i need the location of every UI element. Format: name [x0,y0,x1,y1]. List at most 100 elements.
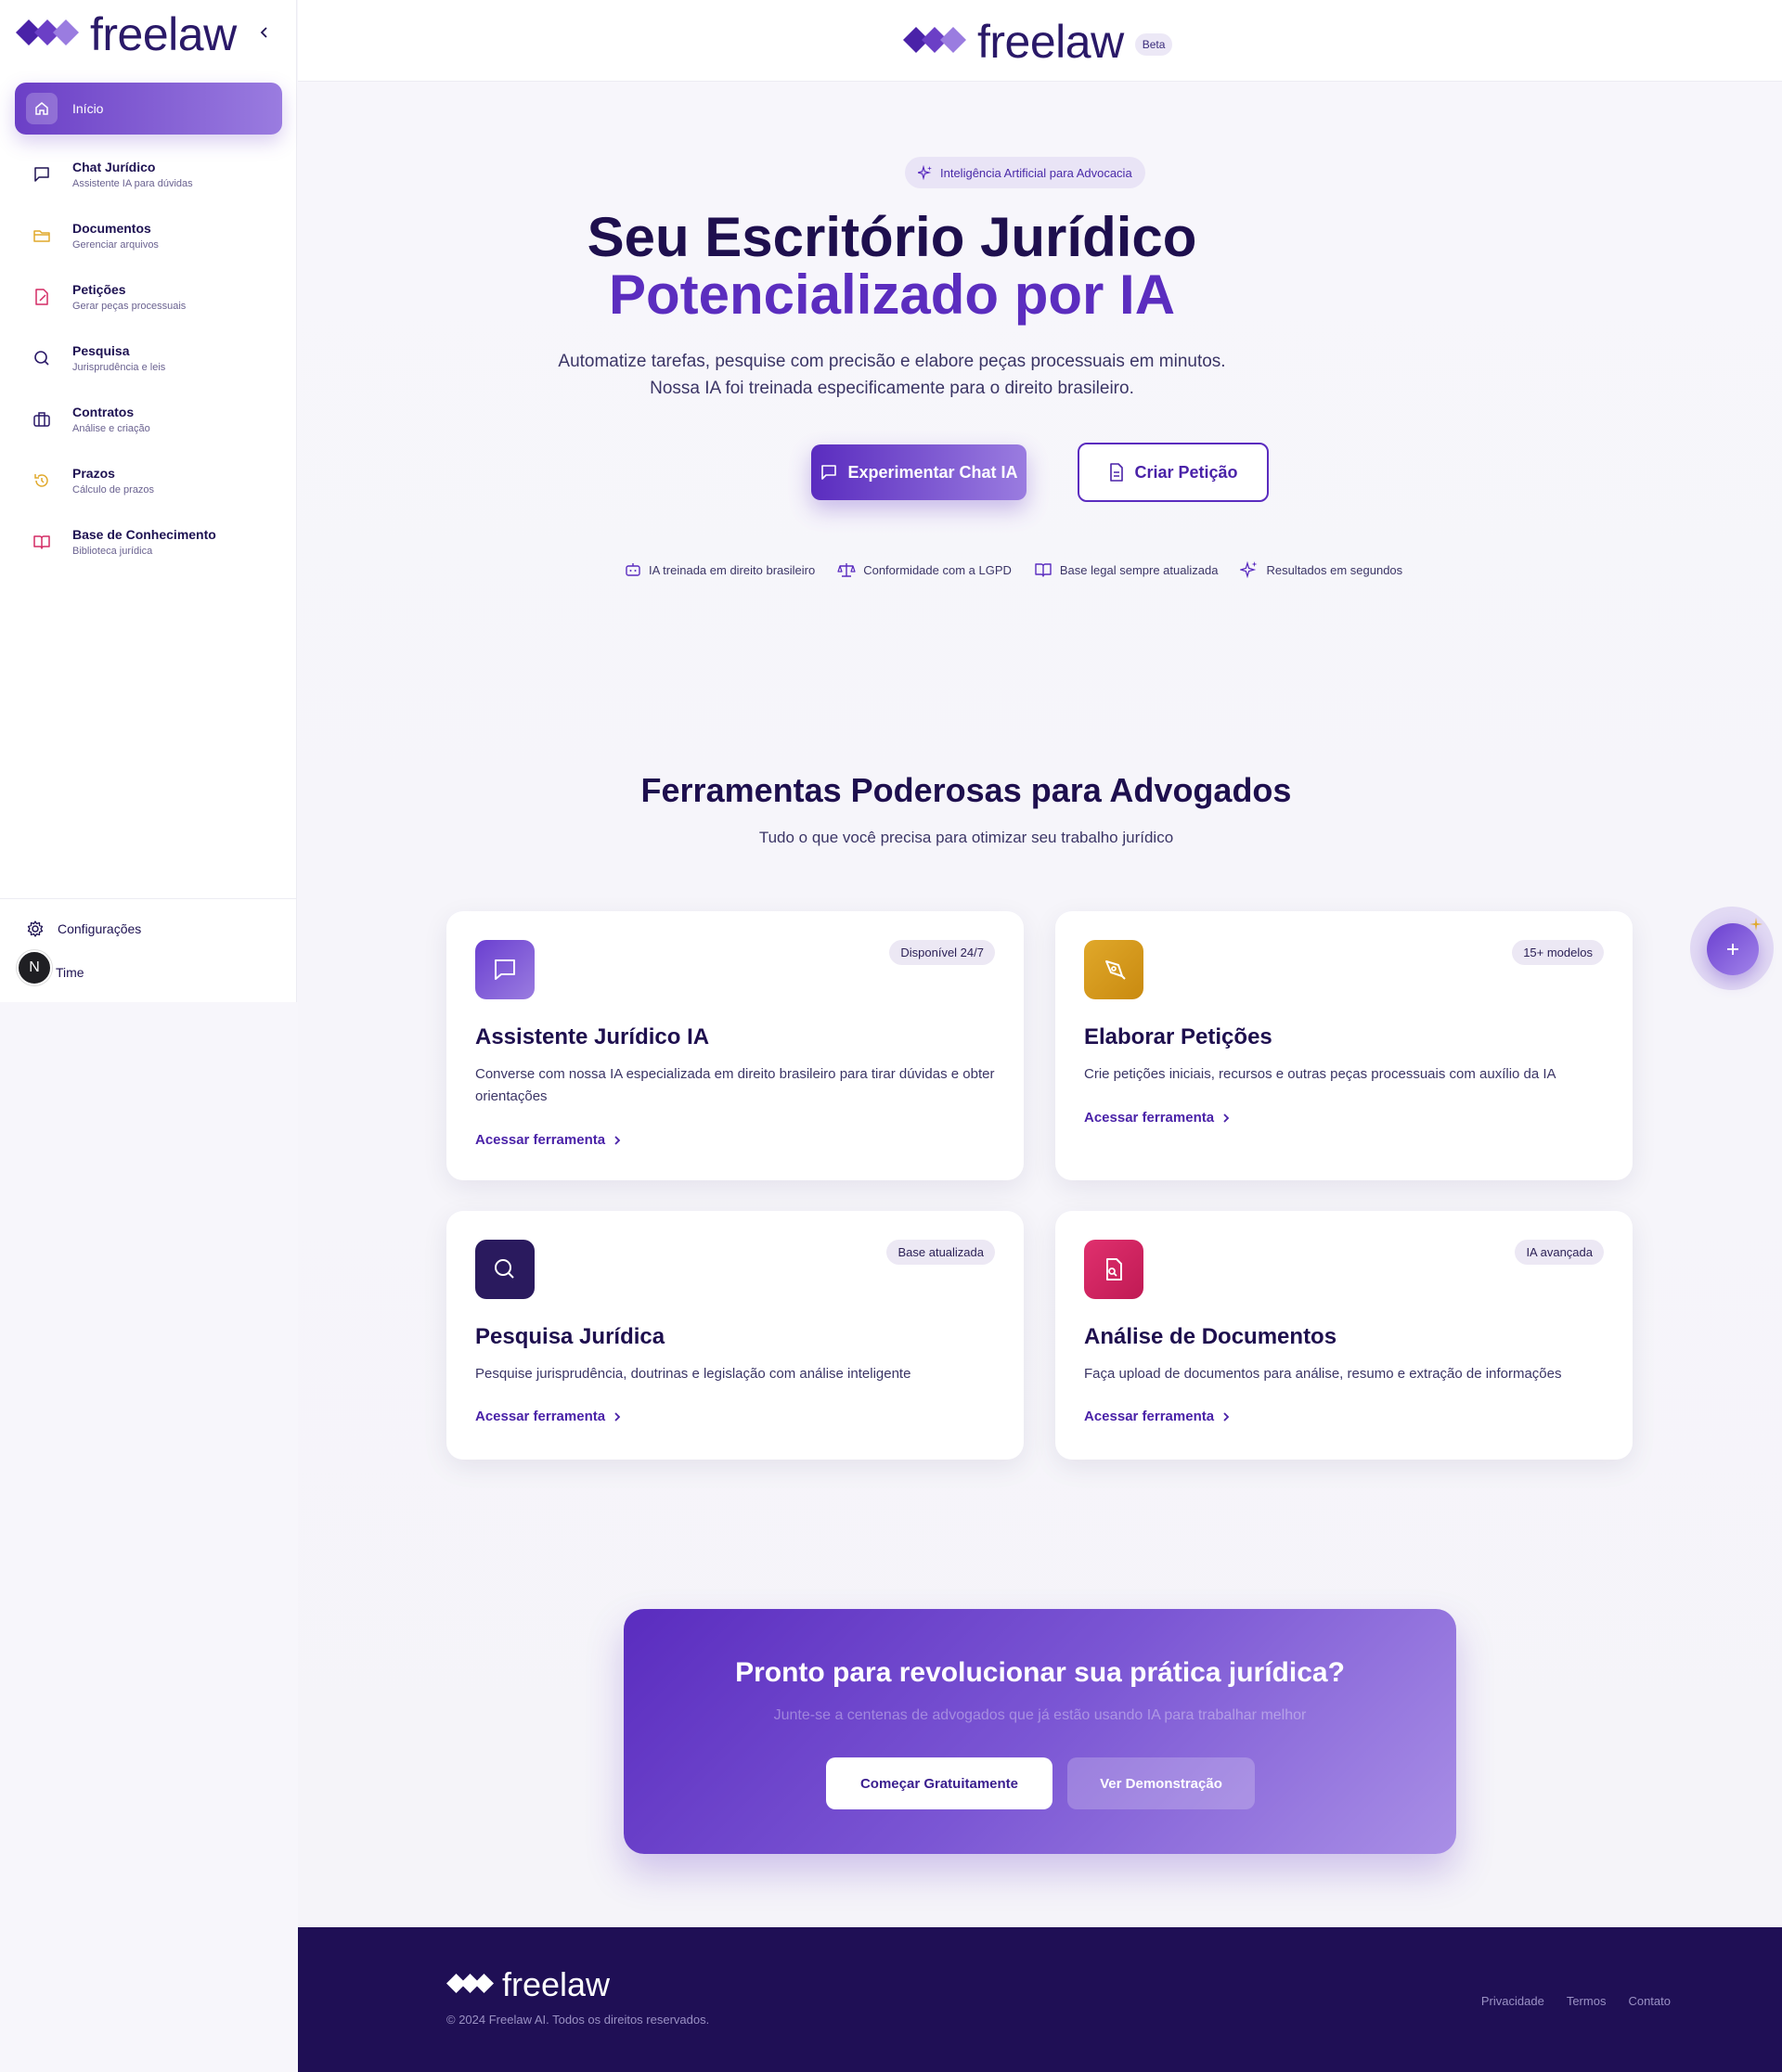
scale-icon [837,563,856,577]
freelaw-logo-icon [446,1974,494,1993]
hero-pill: Inteligência Artificial para Advocacia [905,157,1145,188]
hero-features: IA treinada em direito brasileiro Confor… [625,560,1425,579]
sidebar-item-label: Petições [72,282,126,297]
feature-item: Resultados em segundos [1240,560,1402,579]
sidebar-item-label: Base de Conhecimento [72,527,216,542]
top-header: freelaw Beta [298,0,1782,82]
sidebar-item-pesquisa[interactable]: Pesquisa Jurisprudência e leis [15,328,282,389]
card-badge: 15+ modelos [1512,940,1604,965]
sidebar: freelaw Início Chat Jurídico Assistente … [0,0,297,1002]
footer-copyright: © 2024 Freelaw AI. Todos os direitos res… [446,2013,710,2027]
hero-subtitle-line2: Nossa IA foi treinada especificamente pa… [650,379,1134,398]
sidebar-nav: Início Chat Jurídico Assistente IA para … [15,83,282,573]
sidebar-item-label: Início [72,101,104,116]
gear-icon [27,920,44,937]
hero-title: Seu Escritório Jurídico Potencializado p… [428,209,1356,324]
access-tool-link[interactable]: Acessar ferramenta [1084,1110,1231,1126]
bot-icon [626,563,640,576]
cta-banner: Pronto para revolucionar sua prática jur… [624,1609,1456,1854]
feature-label: Base legal sempre atualizada [1059,562,1219,577]
sidebar-item-prazos[interactable]: Prazos Cálculo de prazos [15,450,282,511]
sidebar-item-label: Contratos [72,405,135,419]
sidebar-footer: Configurações N Time [0,898,297,985]
sidebar-item-sub: Gerar peças processuais [72,301,187,312]
team-button[interactable]: N Time [17,950,84,985]
search-icon [26,342,58,374]
sidebar-item-sub: Biblioteca jurídica [72,546,153,557]
cta-subtitle: Junte-se a centenas de advogados que já … [773,1707,1307,1723]
sidebar-item-base-conhecimento[interactable]: Base de Conhecimento Biblioteca jurídica [15,511,282,573]
edit-document-icon [26,281,58,313]
sidebar-item-sub: Cálculo de prazos [72,484,155,495]
footer-link-contato[interactable]: Contato [1628,1994,1671,2008]
avatar[interactable]: N [17,950,52,985]
tool-card-assistente[interactable]: Disponível 24/7 Assistente Jurídico IA C… [446,911,1024,1180]
sidebar-item-chat-juridico[interactable]: Chat Jurídico Assistente IA para dúvidas [15,144,282,205]
view-demo-button[interactable]: Ver Demonstração [1067,1757,1255,1809]
tool-card-peticoes[interactable]: 15+ modelos Elaborar Petições Crie petiç… [1055,911,1633,1180]
card-description: Converse com nossa IA especializada em d… [475,1066,995,1104]
pen-tool-icon [1084,940,1143,999]
freelaw-logo-icon [16,19,79,45]
sidebar-item-inicio[interactable]: Início [15,83,282,135]
hero-pill-label: Inteligência Artificial para Advocacia [940,165,1132,180]
footer-link-termos[interactable]: Termos [1567,1994,1607,2008]
book-open-icon [1035,563,1052,577]
tool-card-analise-documentos[interactable]: IA avançada Análise de Documentos Faça u… [1055,1211,1633,1460]
sidebar-item-contratos[interactable]: Contratos Análise e criação [15,389,282,450]
hero-title-accent: Potencializado por IA [608,264,1176,326]
access-tool-link[interactable]: Acessar ferramenta [475,1409,622,1424]
sidebar-item-label: Pesquisa [72,343,130,358]
access-tool-label: Acessar ferramenta [475,1409,606,1424]
home-icon [26,93,58,124]
sidebar-item-sub: Gerenciar arquivos [72,239,159,251]
card-title: Pesquisa Jurídica [475,1324,665,1349]
card-badge: IA avançada [1515,1240,1604,1265]
access-tool-label: Acessar ferramenta [1084,1110,1215,1126]
header-brand: freelaw [977,16,1124,68]
try-chat-label: Experimentar Chat IA [847,462,1018,482]
sidebar-item-documentos[interactable]: Documentos Gerenciar arquivos [15,205,282,266]
access-tool-label: Acessar ferramenta [475,1132,606,1148]
try-chat-button[interactable]: Experimentar Chat IA [811,444,1027,500]
hero-title-plain: Seu Escritório Jurídico [587,206,1197,268]
chat-icon [475,940,535,999]
feature-item: Conformidade com a LGPD [837,561,1012,578]
beta-badge: Beta [1134,33,1173,56]
sidebar-item-peticoes[interactable]: Petições Gerar peças processuais [15,266,282,328]
feature-label: Resultados em segundos [1266,562,1403,577]
create-petition-label: Criar Petição [1134,462,1238,482]
card-title: Análise de Documentos [1084,1324,1337,1349]
sparkles-icon [918,165,932,180]
create-petition-button[interactable]: Criar Petição [1078,443,1269,502]
settings-label: Configurações [58,921,142,936]
settings-button[interactable]: Configurações [26,920,141,938]
folder-icon [26,220,58,251]
main-content: Inteligência Artificial para Advocacia S… [298,83,1782,1926]
access-tool-link[interactable]: Acessar ferramenta [475,1132,622,1148]
sidebar-item-sub: Análise e criação [72,423,150,434]
plus-icon [1727,944,1738,955]
sidebar-item-sub: Jurisprudência e leis [72,362,166,373]
chevron-right-icon [614,1135,621,1145]
chat-icon [821,465,837,480]
history-clock-icon [26,465,58,496]
footer-link-privacidade[interactable]: Privacidade [1481,1994,1544,2008]
footer: freelaw © 2024 Freelaw AI. Todos os dire… [298,1927,1782,2072]
sidebar-brand: freelaw [90,8,237,60]
access-tool-link[interactable]: Acessar ferramenta [1084,1409,1231,1424]
feature-item: Base legal sempre atualizada [1034,561,1219,578]
file-search-icon [1084,1240,1143,1299]
sidebar-logo[interactable]: freelaw [14,11,237,58]
footer-logo[interactable]: freelaw [445,1968,610,2001]
book-open-icon [26,526,58,558]
sidebar-item-label: Documentos [72,221,151,236]
footer-links: Privacidade Termos Contato [1459,1994,1671,2008]
collapse-sidebar-button[interactable] [252,20,277,45]
document-icon [1110,463,1124,482]
feature-item: IA treinada em direito brasileiro [625,561,815,578]
tool-card-pesquisa[interactable]: Base atualizada Pesquisa Jurídica Pesqui… [446,1211,1024,1460]
start-free-button[interactable]: Começar Gratuitamente [826,1757,1052,1809]
header-logo[interactable]: freelaw Beta [901,16,1173,68]
briefcase-icon [26,404,58,435]
